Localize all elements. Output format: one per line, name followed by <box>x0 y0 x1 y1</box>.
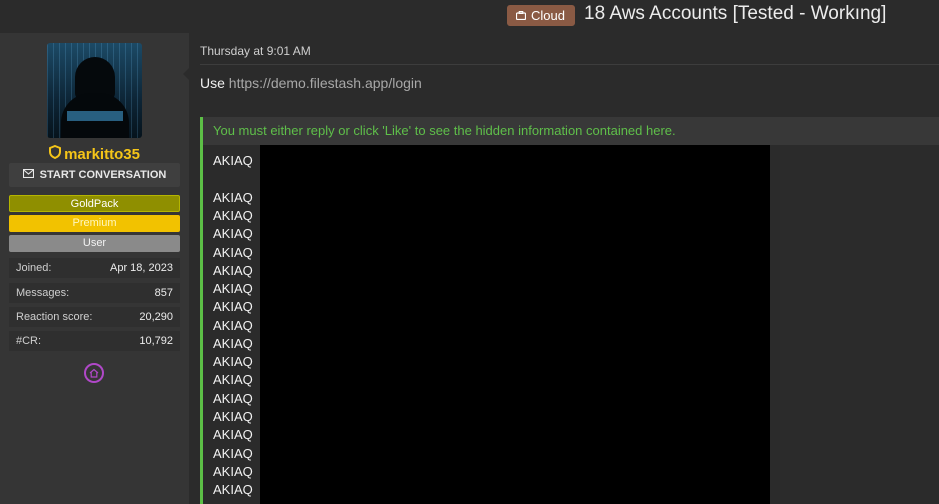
stat-label: Joined: <box>16 262 52 274</box>
stat-value: Apr 18, 2023 <box>110 262 173 274</box>
key-line: AKIAQ <box>213 299 253 314</box>
thread-title: 18 Aws Accounts [Tested - Workıng] <box>584 3 887 24</box>
thread-header: Cloud 18 Aws Accounts [Tested - Workıng] <box>0 0 939 33</box>
stat-cr: #CR: 10,792 <box>9 331 180 351</box>
divider <box>200 64 939 65</box>
stat-reaction-score: Reaction score: 20,290 <box>9 307 180 327</box>
shield-icon <box>49 144 62 163</box>
avatar[interactable] <box>47 43 142 138</box>
key-line: AKIAQ <box>213 482 253 497</box>
username[interactable]: markitto35 <box>0 144 189 163</box>
key-line: AKIAQ <box>213 208 253 223</box>
filestash-link[interactable]: https://demo.filestash.app/login <box>229 75 422 91</box>
use-text: Use <box>200 75 225 91</box>
start-conversation-button[interactable]: START CONVERSATION <box>9 163 180 187</box>
key-line: AKIAQ <box>213 226 253 241</box>
key-line: AKIAQ <box>213 409 253 424</box>
hidden-content-notice: You must either reply or click 'Like' to… <box>203 117 939 145</box>
prefix-label: Cloud <box>531 8 565 23</box>
start-conversation-label: START CONVERSATION <box>39 169 167 181</box>
stat-value[interactable]: 857 <box>155 287 173 299</box>
key-line: AKIAQ <box>213 190 253 205</box>
key-line: AKIAQ <box>213 336 253 351</box>
banner-user: User <box>9 235 180 252</box>
stat-messages: Messages: 857 <box>9 283 180 303</box>
stat-label: Messages: <box>16 287 70 299</box>
key-line: AKIAQ <box>213 372 253 387</box>
envelope-icon <box>22 168 34 181</box>
key-line: AKIAQ <box>213 446 253 461</box>
home-icon[interactable] <box>84 363 104 383</box>
prefix-badge-cloud[interactable]: Cloud <box>507 5 575 26</box>
briefcase-icon <box>516 11 526 20</box>
post-body: Thursday at 9:01 AM Use https://demo.fil… <box>189 33 939 504</box>
key-line: AKIAQ <box>213 281 253 296</box>
post-date[interactable]: Thursday at 9:01 AM <box>200 44 311 58</box>
key-line: AKIAQ <box>213 318 253 333</box>
username-label: markitto35 <box>64 145 140 163</box>
key-line: AKIAQ <box>213 153 253 168</box>
redaction-block <box>260 145 770 504</box>
stat-value: 20,290 <box>139 311 173 323</box>
key-line: AKIAQ <box>213 464 253 479</box>
stat-label: #CR: <box>16 335 42 347</box>
stat-value: 10,792 <box>139 335 173 347</box>
use-line: Use https://demo.filestash.app/login <box>200 75 422 91</box>
stat-label: Reaction score: <box>16 311 93 323</box>
key-line: AKIAQ <box>213 245 253 260</box>
key-line: AKIAQ <box>213 391 253 406</box>
key-line: AKIAQ <box>213 427 253 442</box>
user-sidebar: markitto35 START CONVERSATION GoldPack P… <box>0 33 189 504</box>
banner-goldpack: GoldPack <box>9 195 180 212</box>
key-line: AKIAQ <box>213 263 253 278</box>
hidden-content-box: You must either reply or click 'Like' to… <box>200 117 939 504</box>
stat-joined: Joined: Apr 18, 2023 <box>9 258 180 278</box>
key-line: AKIAQ <box>213 354 253 369</box>
banner-premium: Premium <box>9 215 180 232</box>
